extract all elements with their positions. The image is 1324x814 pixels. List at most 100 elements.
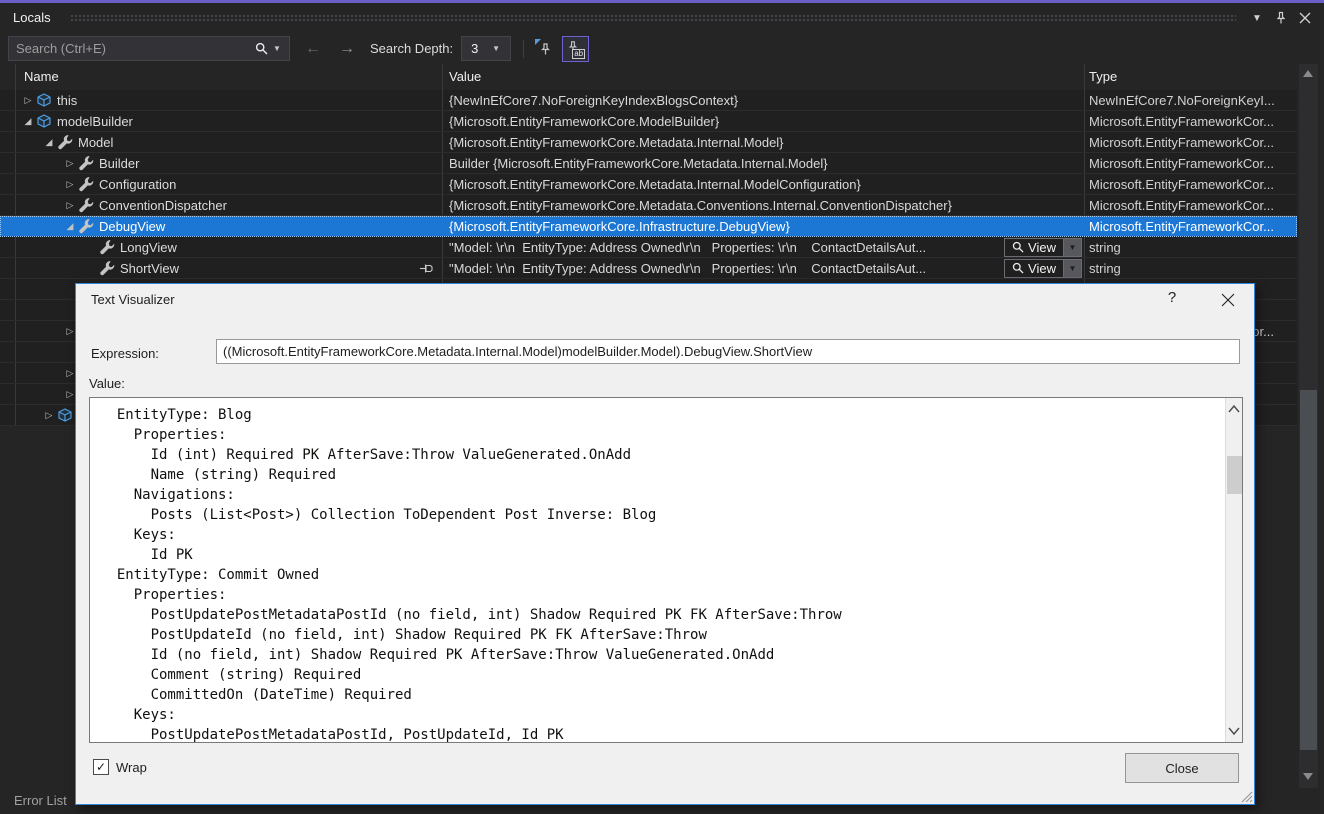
titlebar: Locals ▼ [0,3,1324,33]
expand-arrow-icon[interactable]: ▷ [62,158,78,169]
locals-vertical-scrollbar[interactable] [1299,64,1318,788]
table-row[interactable]: ▷ConventionDispatcher{Microsoft.EntityFr… [0,195,1297,216]
column-header-name[interactable]: Name [16,64,442,90]
name-cell: ▷this [16,90,442,110]
search-input[interactable] [9,41,249,56]
expand-arrow-icon[interactable]: ▷ [20,95,36,106]
type-cell: Microsoft.EntityFrameworkCor... [1084,174,1296,194]
scroll-up-icon[interactable] [1228,404,1240,414]
expression-field[interactable] [216,339,1240,364]
variable-value: {NewInEfCore7.NoForeignKeyIndexBlogsCont… [449,93,738,108]
scrollbar-thumb[interactable] [1227,456,1242,494]
resize-grip[interactable] [1237,787,1253,803]
view-button[interactable]: View [1004,238,1064,257]
collapse-arrow-icon[interactable]: ◢ [41,137,57,148]
row-gutter [0,258,16,278]
close-button[interactable]: Close [1125,753,1239,783]
variable-value: Builder {Microsoft.EntityFrameworkCore.M… [449,156,828,171]
row-gutter [0,363,16,383]
flag-pinned-items-button[interactable] [532,36,558,62]
search-forward-button[interactable]: → [330,40,364,58]
expression-label: Expression: [91,346,159,361]
wrap-checkbox[interactable]: ✓ [93,759,109,775]
table-row[interactable]: ◢DebugView{Microsoft.EntityFrameworkCore… [0,216,1297,237]
pin-icon [419,262,434,275]
expand-arrow-icon[interactable]: ▷ [41,410,57,421]
table-row[interactable]: ◢modelBuilder{Microsoft.EntityFrameworkC… [0,111,1297,132]
type-cell: string [1084,237,1296,257]
search-icon[interactable] [249,42,273,55]
chevron-down-icon: ▼ [492,44,510,53]
search-depth-select[interactable]: 3 ▼ [461,36,511,61]
scroll-down-icon[interactable] [1228,726,1240,736]
expand-arrow-icon[interactable]: ▷ [62,179,78,190]
type-cell: NewInEfCore7.NoForeignKeyI... [1084,90,1296,110]
row-gutter [0,174,16,194]
class-icon [57,407,73,423]
scrollbar-thumb[interactable] [1300,390,1317,750]
view-visualizer-dropdown[interactable]: ▼ [1064,259,1082,278]
table-row[interactable]: LongView"Model: \r\n EntityType: Address… [0,237,1297,258]
table-row[interactable]: ShortView"Model: \r\n EntityType: Addres… [0,258,1297,279]
grid-header: Name Value Type [0,64,1297,90]
error-list-tab[interactable]: Error List [14,788,67,814]
table-row[interactable]: ▷ Builder Builder {Microsoft.EntityFramewo… [0,153,1297,174]
scroll-down-icon[interactable] [1303,773,1313,780]
close-icon [1299,12,1311,24]
search-options-dropdown[interactable]: ▼ [273,44,289,53]
value-cell: {Microsoft.EntityFrameworkCore.ModelBuil… [442,111,1084,131]
property-icon [78,197,94,213]
property-icon [99,239,115,255]
property-icon [99,260,115,276]
chevron-down-icon: ▼ [1252,13,1262,24]
variable-value: {Microsoft.EntityFrameworkCore.Metadata.… [449,135,784,150]
drag-texture[interactable] [70,14,1236,23]
window-position-button[interactable]: ▼ [1246,7,1268,29]
value-text-area[interactable]: EntityType: Blog Properties: Id (int) Re… [89,397,1243,743]
collapse-arrow-icon[interactable]: ◢ [20,116,36,127]
collapse-arrow-icon[interactable]: ◢ [62,221,78,232]
name-cell: ◢modelBuilder [16,111,442,131]
type-cell: Microsoft.EntityFrameworkCor... [1084,111,1296,131]
row-gutter [0,195,16,215]
expand-arrow-icon[interactable]: ▷ [62,200,78,211]
type-cell: Microsoft.EntityFrameworkCor... [1084,195,1296,215]
magnifier-icon [1012,241,1024,253]
table-row[interactable]: ▷Configuration{Microsoft.EntityFramework… [0,174,1297,195]
pin-window-button[interactable] [1270,7,1292,29]
property-icon [57,134,73,150]
row-gutter [0,300,16,320]
dialog-help-button[interactable]: ? [1161,289,1183,311]
show-pinned-text-toggle[interactable]: ab [562,36,589,62]
property-icon [78,176,94,192]
close-icon [1221,293,1235,307]
dialog-close-button[interactable] [1216,289,1240,311]
scroll-up-icon[interactable] [1303,70,1313,77]
view-visualizer-dropdown[interactable]: ▼ [1064,238,1082,257]
row-gutter [0,111,16,131]
view-button[interactable]: View [1004,259,1064,278]
close-window-button[interactable] [1294,7,1316,29]
dialog-scrollbar[interactable] [1225,398,1242,742]
table-row[interactable]: ◢ Model {Microsoft.EntityFrameworkCore.Met… [0,132,1297,153]
variable-name: Model [78,135,113,150]
column-header-value[interactable]: Value [442,64,1084,90]
magnifier-icon [1012,262,1024,274]
variable-value: {Microsoft.EntityFrameworkCore.Metadata.… [449,177,861,192]
name-cell: ▷ConventionDispatcher [16,195,442,215]
column-header-type[interactable]: Type [1084,64,1296,90]
value-label: Value: [89,376,125,391]
search-back-button[interactable]: ← [296,40,330,58]
table-row[interactable]: ▷this {NewInEfCore7.NoForeignKeyIndexBlog… [0,90,1297,111]
toolbar-separator [523,40,524,58]
search-depth-value: 3 [462,41,492,56]
value-cell: Builder {Microsoft.EntityFrameworkCore.M… [442,153,1084,173]
variable-name: Builder [99,156,139,171]
pin-member-button[interactable] [419,262,434,275]
type-cell: Microsoft.EntityFrameworkCor... [1084,153,1296,173]
value-cell: {NewInEfCore7.NoForeignKeyIndexBlogsCont… [442,90,1084,110]
property-icon [78,155,94,171]
row-gutter [0,90,16,110]
value-cell: "Model: \r\n EntityType: Address Owned\r… [442,237,1084,257]
pin-icon [1274,11,1288,25]
